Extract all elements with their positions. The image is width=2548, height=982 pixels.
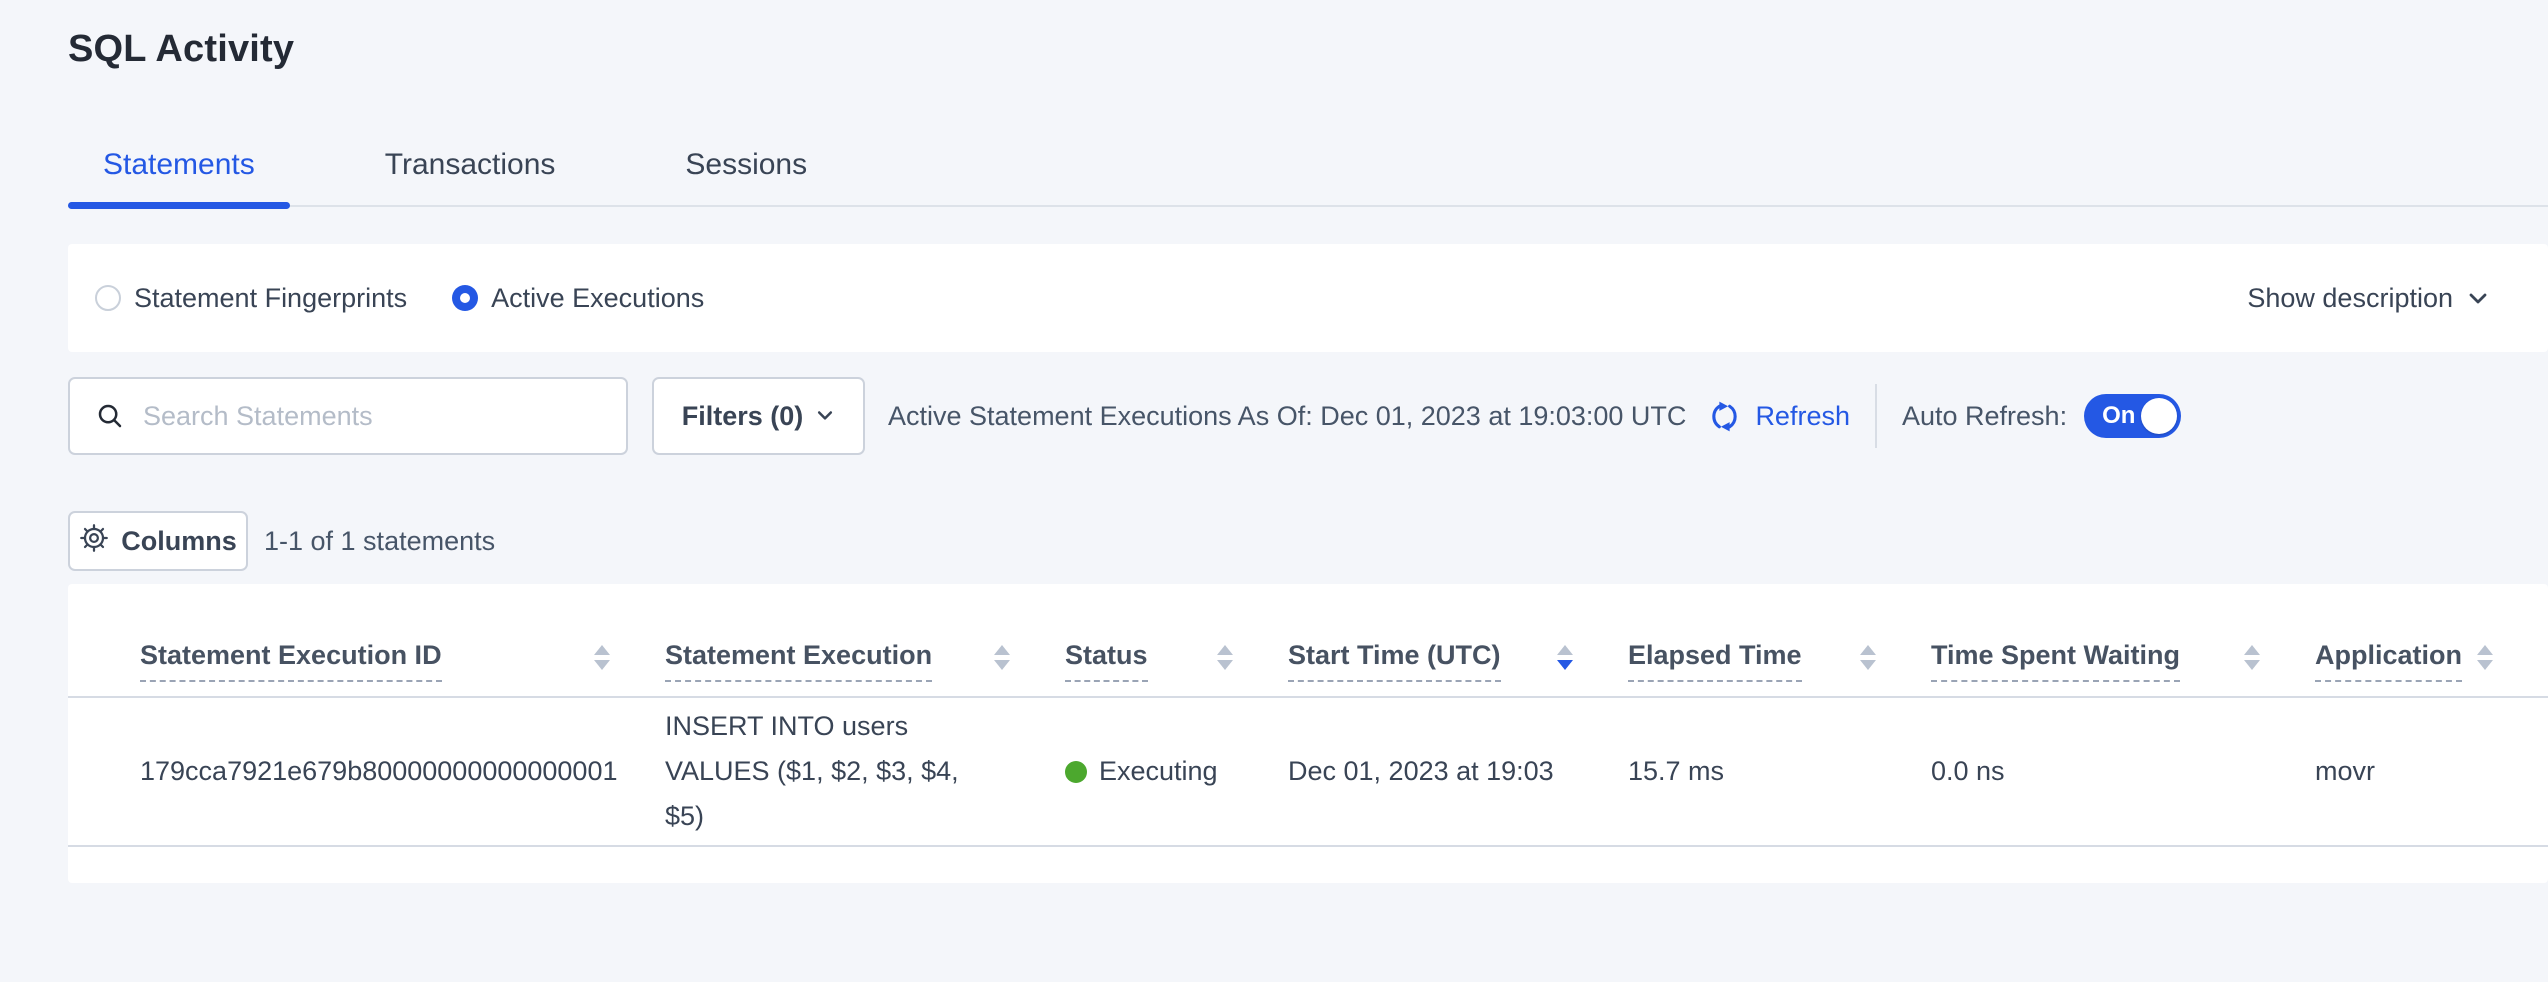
gear-icon: [79, 523, 109, 560]
auto-refresh-label: Auto Refresh:: [1902, 401, 2067, 432]
cell-start-time: Dec 01, 2023 at 19:03: [1288, 756, 1628, 787]
page-title: SQL Activity: [68, 0, 2548, 71]
sort-carets-icon[interactable]: [1860, 645, 1876, 670]
vertical-divider: [1875, 384, 1877, 448]
column-header-label[interactable]: Status: [1065, 640, 1148, 682]
radio-label[interactable]: Active Executions: [491, 283, 704, 314]
view-switch-card: Statement Fingerprints Active Executions…: [68, 244, 2548, 352]
chevron-down-icon: [815, 401, 835, 432]
tab-bar: Statements Transactions Sessions: [68, 149, 2548, 207]
filters-label[interactable]: Filters (0): [682, 401, 804, 432]
show-description-toggle[interactable]: Show description: [2247, 283, 2490, 314]
radio-active-executions[interactable]: Active Executions: [452, 283, 704, 314]
cell-elapsed-time: 15.7 ms: [1628, 756, 1931, 787]
statements-table-card: Statement Execution ID Statement Executi…: [68, 584, 2548, 883]
column-header-application[interactable]: Application: [2315, 640, 2548, 682]
tab-sessions[interactable]: Sessions: [650, 149, 842, 205]
status-executing-dot-icon: [1065, 761, 1087, 783]
cell-statement[interactable]: INSERT INTO users VALUES ($1, $2, $3, $4…: [665, 704, 1015, 839]
sort-carets-icon-active-desc[interactable]: [1557, 645, 1573, 670]
refresh-label[interactable]: Refresh: [1755, 401, 1850, 432]
column-header-label[interactable]: Start Time (UTC): [1288, 640, 1501, 682]
show-description-label[interactable]: Show description: [2247, 283, 2453, 314]
table-toolbar: Columns 1-1 of 1 statements: [68, 511, 2548, 571]
cell-application: movr: [2315, 756, 2548, 787]
as-of-timestamp: Active Statement Executions As Of: Dec 0…: [888, 401, 1686, 432]
radio-statement-fingerprints[interactable]: Statement Fingerprints: [95, 283, 407, 314]
search-box[interactable]: [68, 377, 628, 455]
sort-carets-icon[interactable]: [2244, 645, 2260, 670]
status-label: Executing: [1099, 756, 1218, 787]
column-header-label[interactable]: Application: [2315, 640, 2462, 682]
result-count: 1-1 of 1 statements: [264, 526, 495, 557]
cell-execution-id[interactable]: 179cca7921e679b80000000000000001: [140, 756, 665, 787]
table-header-row: Statement Execution ID Statement Executi…: [68, 584, 2548, 698]
column-header-time-spent-waiting[interactable]: Time Spent Waiting: [1931, 640, 2315, 682]
view-mode-radio-group: Statement Fingerprints Active Executions: [95, 283, 704, 314]
column-header-label[interactable]: Statement Execution ID: [140, 640, 442, 682]
sort-carets-icon[interactable]: [594, 645, 610, 670]
radio-label[interactable]: Statement Fingerprints: [134, 283, 407, 314]
controls-row: Filters (0) Active Statement Executions …: [68, 376, 2548, 456]
sort-carets-icon[interactable]: [2477, 645, 2493, 670]
column-header-label[interactable]: Time Spent Waiting: [1931, 640, 2180, 682]
tab-transactions[interactable]: Transactions: [350, 149, 591, 205]
column-header-label[interactable]: Elapsed Time: [1628, 640, 1802, 682]
columns-button[interactable]: Columns: [68, 511, 248, 571]
toggle-state-label[interactable]: On: [2102, 402, 2135, 430]
filters-button[interactable]: Filters (0): [652, 377, 865, 455]
toggle-knob[interactable]: [2141, 398, 2177, 434]
radio-unselected-icon[interactable]: [95, 285, 121, 311]
refresh-icon[interactable]: [1706, 398, 1743, 435]
column-header-label[interactable]: Statement Execution: [665, 640, 932, 682]
column-header-start-time[interactable]: Start Time (UTC): [1288, 640, 1628, 682]
column-header-statement-execution[interactable]: Statement Execution: [665, 640, 1065, 682]
search-icon: [95, 401, 143, 431]
refresh-button[interactable]: Refresh: [1706, 398, 1850, 435]
cell-status: Executing: [1065, 756, 1288, 787]
radio-selected-icon[interactable]: [452, 285, 478, 311]
column-header-elapsed-time[interactable]: Elapsed Time: [1628, 640, 1931, 682]
cell-time-spent-waiting: 0.0 ns: [1931, 756, 2315, 787]
auto-refresh-toggle[interactable]: On: [2084, 394, 2181, 438]
sort-carets-icon[interactable]: [994, 645, 1010, 670]
sql-activity-page: SQL Activity Statements Transactions Ses…: [0, 0, 2548, 883]
column-header-statement-execution-id[interactable]: Statement Execution ID: [140, 640, 665, 682]
search-input[interactable]: [143, 401, 606, 432]
sort-carets-icon[interactable]: [1217, 645, 1233, 670]
tab-statements[interactable]: Statements: [68, 149, 290, 205]
chevron-down-icon: [2466, 286, 2490, 310]
table-row[interactable]: 179cca7921e679b80000000000000001 INSERT …: [68, 698, 2548, 847]
columns-button-label[interactable]: Columns: [121, 526, 237, 557]
column-header-status[interactable]: Status: [1065, 640, 1288, 682]
